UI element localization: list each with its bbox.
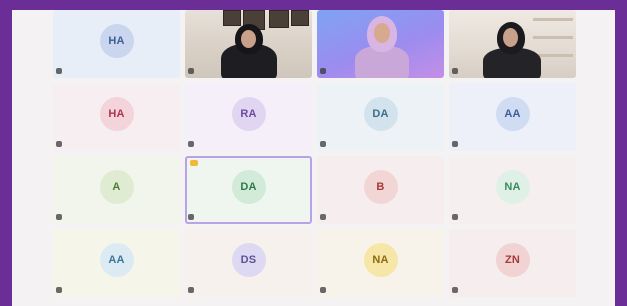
participant-avatar: AA	[495, 96, 530, 131]
participant-tile[interactable]	[449, 10, 576, 78]
meeting-window: HA HA RA DA AA A DA B NA AA DS NA ZN	[0, 0, 627, 306]
participant-name-tag	[188, 287, 194, 293]
participant-name-tag	[320, 287, 326, 293]
participant-name-tag	[452, 68, 458, 74]
participant-tile[interactable]: HA	[53, 10, 180, 78]
participant-name-tag	[56, 141, 62, 147]
participant-tile[interactable]: DA	[185, 156, 312, 224]
participant-name-tag	[56, 68, 62, 74]
participant-tile[interactable]: AA	[449, 83, 576, 151]
participant-avatar: DA	[231, 169, 266, 204]
participant-tile[interactable]: A	[53, 156, 180, 224]
participant-tile[interactable]: ZN	[449, 229, 576, 297]
participant-name-tag	[188, 214, 194, 220]
participant-tile[interactable]: HA	[53, 83, 180, 151]
participant-video	[185, 10, 312, 78]
bookshelf	[533, 36, 573, 39]
person-face	[503, 28, 518, 47]
participant-tile[interactable]: AA	[53, 229, 180, 297]
participant-avatar: NA	[363, 242, 398, 277]
participant-avatar: HA	[99, 23, 134, 58]
participant-tile[interactable]: RA	[185, 83, 312, 151]
participant-tile[interactable]: NA	[317, 229, 444, 297]
participant-name-tag	[320, 214, 326, 220]
wall-picture-frame	[291, 10, 309, 26]
participant-tile[interactable]: DS	[185, 229, 312, 297]
participant-video	[317, 10, 444, 78]
participant-tile[interactable]: B	[317, 156, 444, 224]
participant-name-tag	[188, 141, 194, 147]
participant-name-tag	[56, 287, 62, 293]
person-face	[241, 30, 256, 48]
participant-avatar: AA	[99, 242, 134, 277]
person-face	[374, 23, 390, 43]
wall-picture-frame	[223, 10, 241, 26]
participant-name-tag	[452, 287, 458, 293]
participant-name-tag	[452, 141, 458, 147]
participant-tile[interactable]: DA	[317, 83, 444, 151]
participant-tile[interactable]	[317, 10, 444, 78]
participant-avatar: RA	[231, 96, 266, 131]
participant-avatar: DS	[231, 242, 266, 277]
participant-avatar: B	[363, 169, 398, 204]
participant-tile[interactable]: NA	[449, 156, 576, 224]
participant-video	[449, 10, 576, 78]
participant-avatar: NA	[495, 169, 530, 204]
participant-stage: HA HA RA DA AA A DA B NA AA DS NA ZN	[12, 10, 615, 306]
participant-avatar: HA	[99, 96, 134, 131]
participant-name-tag	[56, 214, 62, 220]
participant-tile[interactable]	[185, 10, 312, 78]
participant-avatar: DA	[363, 96, 398, 131]
participant-name-tag	[452, 214, 458, 220]
participant-name-tag	[320, 141, 326, 147]
participant-name-tag	[320, 68, 326, 74]
participant-avatar: ZN	[495, 242, 530, 277]
bookshelf	[533, 18, 573, 21]
participant-avatar: A	[99, 169, 134, 204]
participant-grid: HA HA RA DA AA A DA B NA AA DS NA ZN	[53, 10, 576, 297]
raised-hand-icon	[190, 160, 198, 166]
wall-picture-frame	[269, 10, 289, 28]
participant-name-tag	[188, 68, 194, 74]
